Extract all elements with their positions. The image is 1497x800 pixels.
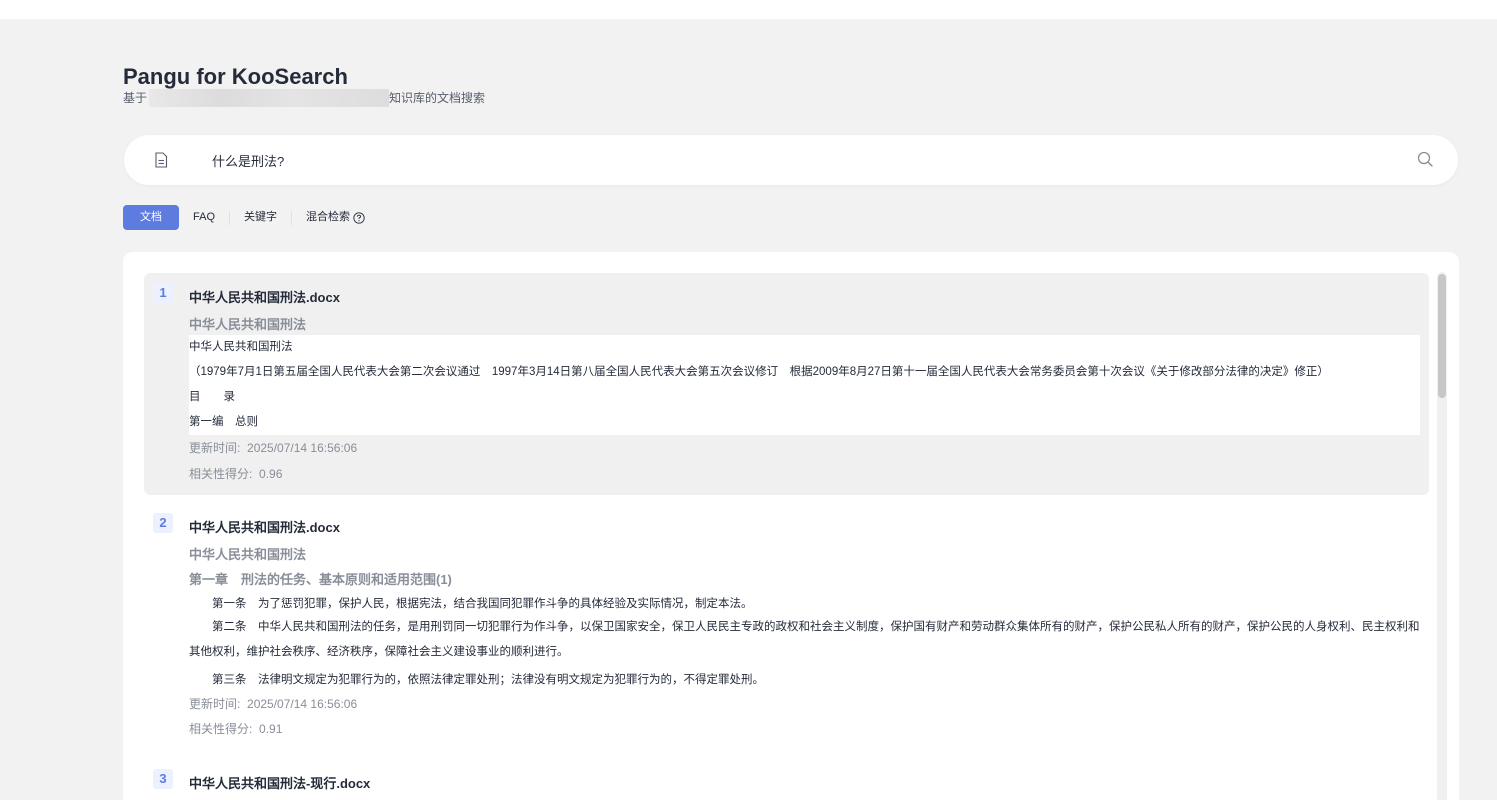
update-time-label: 更新时间:: [189, 441, 241, 455]
relevance-value: 0.96: [259, 467, 283, 481]
results-panel: 1 中华人民共和国刑法.docx 中华人民共和国刑法 中华人民共和国刑法 （19…: [123, 252, 1459, 800]
update-time-value: 2025/07/14 16:56:06: [247, 441, 358, 455]
page-title: Pangu for KooSearch: [123, 64, 348, 89]
update-time-label: 更新时间:: [189, 697, 241, 711]
result-title[interactable]: 中华人民共和国刑法-现行.docx: [189, 773, 370, 792]
search-input[interactable]: [212, 149, 1392, 171]
update-time: 更新时间: 2025/07/14 16:56:06: [189, 439, 357, 456]
relevance-value: 0.91: [259, 722, 283, 736]
result-item[interactable]: 2 中华人民共和国刑法.docx 中华人民共和国刑法 第一章 刑法的任务、基本原…: [144, 504, 1429, 744]
tab-keyword[interactable]: 关键字: [230, 205, 291, 230]
snippet-line: 第一编 总则: [189, 416, 258, 428]
relevance-label: 相关性得分:: [189, 722, 253, 736]
subtitle-suffix: 知识库的文档搜索: [389, 91, 486, 105]
result-title[interactable]: 中华人民共和国刑法.docx: [189, 287, 340, 306]
subtitle-prefix: 基于: [123, 91, 148, 105]
scrollbar[interactable]: [1437, 272, 1447, 800]
rank-badge: 3: [153, 769, 173, 789]
redacted-block: [149, 89, 390, 107]
result-snippet: 中华人民共和国刑法 （1979年7月1日第五届全国人民代表大会第二次会议通过 1…: [189, 335, 1420, 435]
result-subtitle: 中华人民共和国刑法: [189, 317, 307, 332]
result-title[interactable]: 中华人民共和国刑法.docx: [189, 517, 340, 536]
result-chapter: 第一章 刑法的任务、基本原则和适用范围(1): [189, 572, 452, 587]
search-mode-tabs: 文档 FAQ 关键字 混合检索: [123, 205, 379, 230]
relevance-score: 相关性得分: 0.96: [189, 465, 282, 482]
page-subtitle: 基于 知识库的文档搜索: [123, 89, 485, 107]
snippet-line: 第三条 法律明文规定为犯罪行为的，依照法律定罪处刑；法律没有明文规定为犯罪行为的…: [189, 674, 764, 686]
update-time: 更新时间: 2025/07/14 16:56:06: [189, 695, 357, 712]
result-subtitle: 中华人民共和国刑法: [189, 547, 307, 562]
snippet-line: 中华人民共和国刑法: [189, 341, 293, 353]
relevance-label: 相关性得分:: [189, 467, 253, 481]
rank-badge: 2: [153, 513, 173, 533]
top-bar: [0, 0, 1497, 19]
scrollbar-thumb[interactable]: [1438, 274, 1446, 398]
tab-hybrid-search[interactable]: 混合检索: [292, 205, 379, 230]
tab-document[interactable]: 文档: [123, 205, 179, 230]
tab-hybrid-search-label: 混合检索: [306, 211, 351, 223]
result-item[interactable]: 3 中华人民共和国刑法-现行.docx: [144, 760, 1429, 800]
relevance-score: 相关性得分: 0.91: [189, 720, 282, 737]
snippet-line: （1979年7月1日第五届全国人民代表大会第二次会议通过 1997年3月14日第…: [189, 366, 1329, 378]
result-item[interactable]: 1 中华人民共和国刑法.docx 中华人民共和国刑法 中华人民共和国刑法 （19…: [144, 273, 1429, 495]
tab-faq[interactable]: FAQ: [179, 205, 229, 230]
document-icon[interactable]: [154, 152, 168, 168]
rank-badge: 1: [153, 283, 173, 303]
search-icon[interactable]: [1417, 151, 1434, 168]
search-box: [124, 135, 1458, 185]
snippet-line: 目 录: [189, 391, 235, 403]
update-time-value: 2025/07/14 16:56:06: [247, 697, 358, 711]
snippet-line: 第一条 为了惩罚犯罪，保护人民，根据宪法，结合我国同犯罪作斗争的具体经验及实际情…: [189, 598, 753, 610]
help-circle-icon[interactable]: [353, 211, 365, 224]
snippet-paragraph: 第二条 中华人民共和国刑法的任务，是用刑罚同一切犯罪行为作斗争，以保卫国家安全，…: [189, 621, 1420, 658]
